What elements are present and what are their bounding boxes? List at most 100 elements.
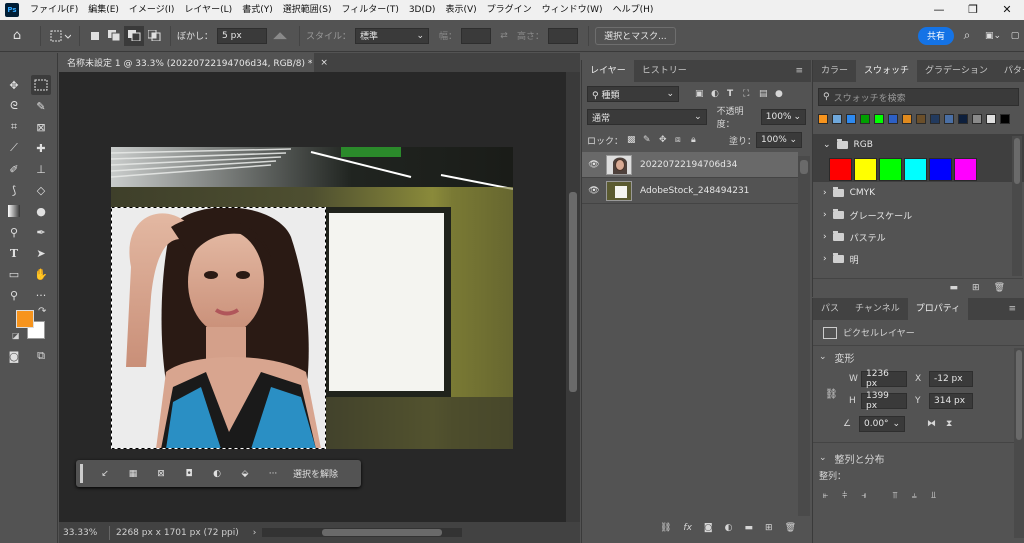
recent-swatch[interactable] (916, 114, 926, 124)
swatch-group-pastel[interactable]: › パステル (813, 226, 1024, 248)
align-top-icon[interactable]: ⫪ (893, 491, 898, 501)
select-and-mask-button[interactable]: 選択とマスク... (595, 26, 676, 45)
quick-selection-tool-icon[interactable]: ✎ (31, 96, 51, 116)
rgb-swatch[interactable] (829, 157, 852, 181)
filter-toggle-icon[interactable]: ● (775, 89, 785, 99)
rgb-swatch[interactable] (854, 157, 877, 181)
flip-vertical-icon[interactable]: ⧗ (946, 419, 952, 429)
clone-stamp-tool-icon[interactable]: ⊥ (31, 159, 51, 179)
eraser-tool-icon[interactable]: ◇ (31, 180, 51, 200)
filter-adjustment-icon[interactable]: ◐ (711, 89, 727, 99)
recent-swatch[interactable] (846, 114, 856, 124)
align-center-v-icon[interactable]: ⫨ (912, 491, 917, 501)
frame-tool-icon[interactable]: ⊠ (31, 117, 51, 137)
deselect-button[interactable]: 選択を解除 (287, 464, 344, 484)
align-left-icon[interactable]: ⫦ (823, 491, 828, 501)
zoom-tool-icon[interactable]: ⚲ (4, 285, 24, 305)
rectangle-tool-icon[interactable]: ▭ (4, 264, 24, 284)
layer-name[interactable]: 20220722194706d34 (640, 160, 737, 170)
foreground-color-swatch[interactable] (16, 310, 34, 328)
select-subject-icon[interactable]: ↙ (91, 464, 119, 484)
document-scrollbar-vertical[interactable] (569, 192, 577, 392)
default-colors-icon[interactable]: ◪ (12, 331, 20, 340)
visibility-eye-icon[interactable]: 👁︎ (582, 186, 606, 196)
align-section-header[interactable]: ⌄ 整列と分布 (813, 447, 1024, 469)
intersect-selection-icon[interactable] (144, 26, 164, 46)
filter-shape-icon[interactable]: ⛶ (743, 89, 759, 99)
tab-swatches[interactable]: スウォッチ (856, 60, 918, 82)
eyedropper-tool-icon[interactable]: ⟋ (4, 138, 24, 158)
marquee-tool-icon[interactable] (31, 75, 51, 95)
menu-image[interactable]: イメージ(I) (124, 0, 180, 20)
layer-filter-kind[interactable]: ⚲ 種類 ⌄ (587, 86, 679, 102)
swatch-group-grayscale[interactable]: › グレースケール (813, 204, 1024, 226)
delete-swatch-icon[interactable]: 🗑︎ (994, 283, 1005, 293)
chevron-right-icon[interactable]: › (823, 210, 827, 220)
zoom-level[interactable]: 33.33% (59, 528, 109, 538)
history-brush-tool-icon[interactable]: ⟆ (4, 180, 24, 200)
tab-history[interactable]: ヒストリー (634, 60, 695, 82)
menu-select[interactable]: 選択範囲(S) (278, 0, 337, 20)
opacity-input[interactable]: 100% ⌄ (760, 109, 806, 125)
search-icon[interactable]: ⌕ (954, 26, 980, 46)
new-swatch-icon[interactable]: ⊞ (972, 283, 980, 293)
link-proportions-icon[interactable]: ⛓ (825, 389, 838, 400)
properties-panel-menu-icon[interactable]: ≡ (1000, 298, 1024, 320)
rgb-swatch[interactable] (954, 157, 977, 181)
blur-tool-icon[interactable]: ● (31, 201, 51, 221)
lasso-tool-icon[interactable]: ᘓ (4, 96, 24, 116)
canvas[interactable] (111, 147, 513, 449)
fx-icon[interactable]: fx (683, 523, 692, 533)
close-tab-icon[interactable]: × (320, 58, 328, 68)
add-selection-icon[interactable] (104, 26, 124, 46)
layers-scrollbar-thumb[interactable] (800, 160, 808, 174)
new-adjustment-icon[interactable]: ◐ (725, 523, 733, 533)
recent-swatch[interactable] (818, 114, 828, 124)
drag-handle[interactable] (80, 464, 83, 483)
lock-all-icon[interactable]: 🔒︎ (691, 135, 707, 145)
chevron-down-icon[interactable]: ⌄ (819, 453, 827, 463)
swap-icon[interactable]: ⇄ (491, 26, 517, 46)
layers-panel-menu-icon[interactable]: ≡ (787, 60, 811, 82)
fill-input[interactable]: 100% ⌄ (756, 132, 803, 148)
filter-type-icon[interactable]: T (727, 89, 743, 99)
tab-gradients[interactable]: グラデーション (917, 60, 996, 82)
tab-properties[interactable]: プロパティ (907, 298, 969, 320)
blend-mode-select[interactable]: 通常 ⌄ (587, 109, 707, 125)
width-input[interactable] (461, 27, 492, 44)
x-input[interactable]: -12 px (929, 371, 973, 387)
workspace-icon[interactable]: ▣⌄ (980, 26, 1006, 46)
link-layers-icon[interactable]: ⛓ (660, 523, 671, 533)
recent-swatch[interactable] (832, 114, 842, 124)
hand-tool-icon[interactable]: ✋ (31, 264, 51, 284)
status-menu-icon[interactable]: › (253, 528, 257, 538)
subtract-selection-icon[interactable] (124, 25, 144, 46)
recent-swatch[interactable] (860, 114, 870, 124)
tab-color[interactable]: カラー (813, 60, 856, 82)
add-mask-icon[interactable]: ◙ (704, 523, 713, 533)
rgb-swatch[interactable] (904, 157, 927, 181)
new-group-icon[interactable]: ▬ (745, 523, 754, 533)
swatch-group-rgb[interactable]: ⌄ RGB (813, 134, 1024, 156)
chevron-right-icon[interactable]: › (823, 254, 827, 264)
share-button[interactable]: 共有 (917, 26, 954, 45)
type-tool-icon[interactable]: T (4, 243, 24, 263)
lock-artboard-icon[interactable]: ⧈ (675, 135, 691, 145)
recent-swatch[interactable] (958, 114, 968, 124)
menu-filter[interactable]: フィルター(T) (336, 0, 403, 20)
select-pattern-icon[interactable]: ▦ (119, 464, 147, 484)
menu-plugins[interactable]: プラグイン (482, 0, 537, 20)
swap-colors-icon[interactable]: ↷ (38, 306, 46, 317)
lock-position-icon[interactable]: ✥ (659, 135, 675, 145)
w-input[interactable]: 1236 px (861, 369, 907, 389)
align-bottom-icon[interactable]: ⫫ (931, 491, 936, 501)
style-select[interactable]: 標準 ⌄ (355, 27, 430, 44)
layer-name[interactable]: AdobeStock_248494231 (640, 186, 749, 196)
horizontal-scrollbar-thumb[interactable] (322, 529, 443, 536)
lock-pixels-icon[interactable]: ✎ (643, 135, 659, 145)
dodge-tool-icon[interactable]: ⚲ (4, 222, 24, 242)
brush-tool-icon[interactable]: ✐ (4, 159, 24, 179)
properties-scrollbar-thumb[interactable] (1016, 350, 1022, 440)
recent-swatch[interactable] (944, 114, 954, 124)
filter-pixel-icon[interactable]: ▣ (695, 89, 711, 99)
